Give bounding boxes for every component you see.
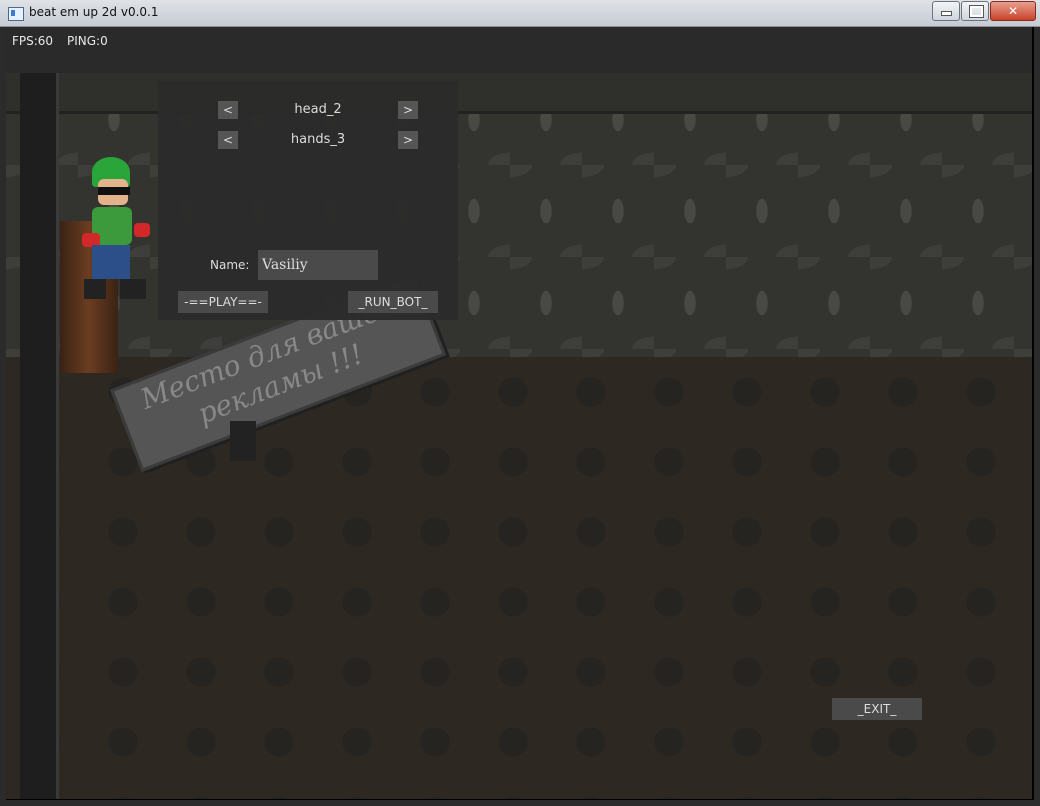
head-value: head_2	[294, 102, 342, 117]
left-pillar	[20, 73, 59, 799]
play-button[interactable]: -==PLAY==-	[178, 291, 268, 313]
maximize-icon	[969, 5, 984, 18]
run-bot-button[interactable]: _RUN_BOT_	[348, 291, 438, 313]
minimize-icon	[941, 11, 952, 16]
customize-panel: < head_2 > < hands_3 > Name: -==PLAY==- …	[158, 81, 458, 320]
ping-counter: PING:0	[67, 34, 108, 48]
player-character	[76, 157, 156, 305]
fps-counter: FPS:60	[12, 34, 54, 48]
character-boot-left	[84, 279, 106, 299]
head-next-button[interactable]: >	[398, 101, 418, 119]
head-prev-button[interactable]: <	[218, 101, 238, 119]
window-titlebar: beat em up 2d v0.0.1 ✕	[0, 0, 1040, 27]
character-glove-right	[134, 223, 150, 237]
name-input[interactable]	[258, 250, 378, 280]
name-label: Name:	[210, 258, 250, 272]
close-icon: ✕	[1007, 4, 1019, 18]
minimize-button[interactable]	[932, 1, 960, 21]
character-sunglasses	[98, 187, 130, 195]
window-controls: ✕	[931, 1, 1036, 21]
exit-button[interactable]: _EXIT_	[832, 698, 922, 720]
character-jeans	[92, 245, 130, 279]
hands-next-button[interactable]: >	[398, 131, 418, 149]
close-button[interactable]: ✕	[990, 1, 1036, 21]
window-title: beat em up 2d v0.0.1	[29, 5, 159, 19]
hands-prev-button[interactable]: <	[218, 131, 238, 149]
maximize-button[interactable]	[961, 1, 989, 21]
hands-value: hands_3	[290, 132, 346, 147]
app-window-icon	[8, 7, 24, 21]
ad-sign-leg	[230, 421, 256, 461]
character-boot-right	[120, 279, 146, 299]
hud-bar: FPS:60 PING:0	[6, 27, 1032, 73]
